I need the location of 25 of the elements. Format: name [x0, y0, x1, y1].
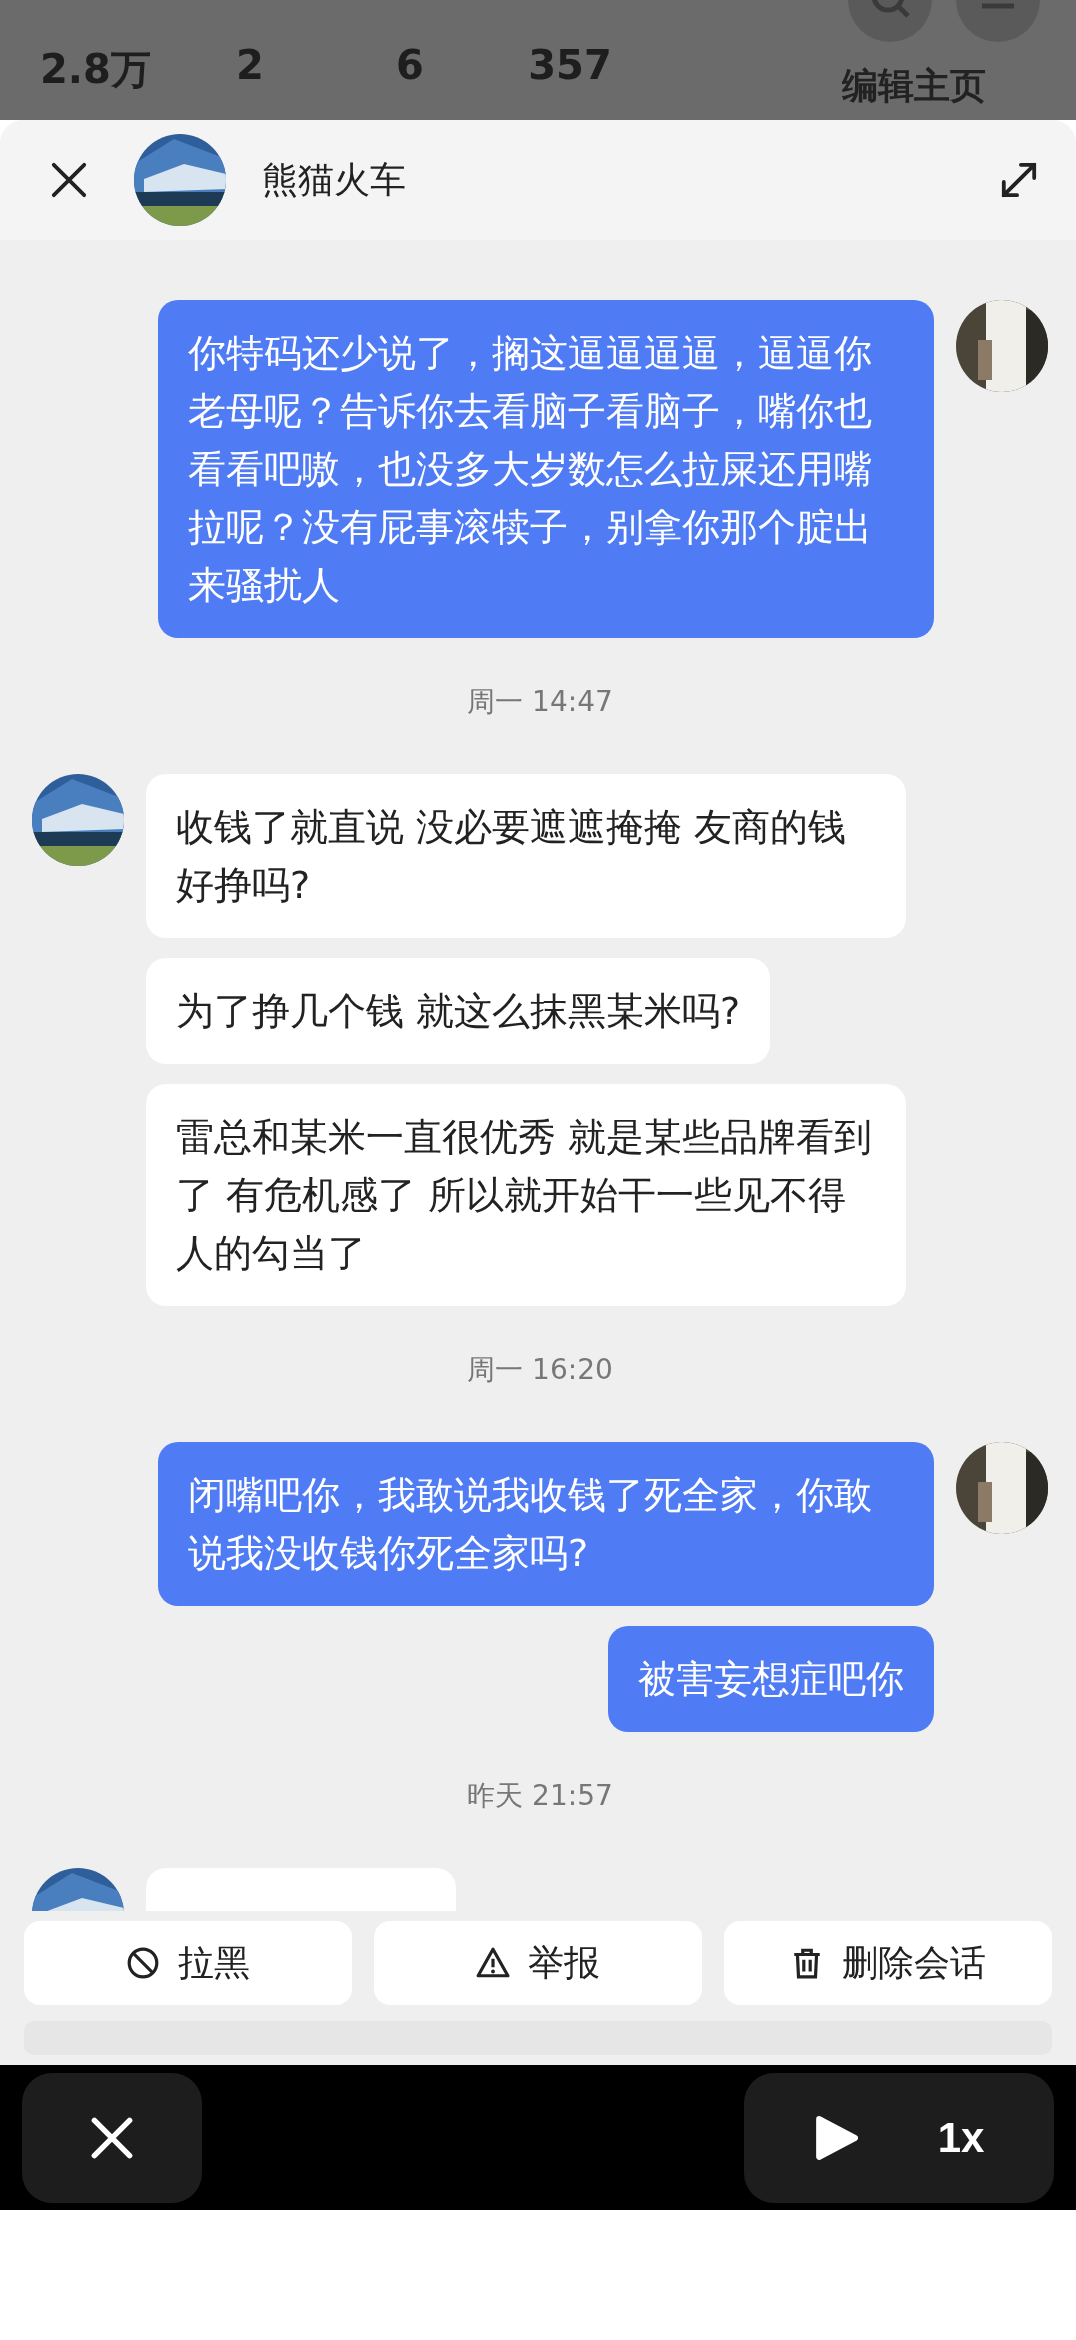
stat-count: 6	[395, 42, 425, 88]
playback-button[interactable]: 1x	[744, 2072, 1054, 2203]
expand-icon[interactable]	[1000, 161, 1038, 199]
stat-count: 2	[235, 42, 265, 88]
action-button[interactable]: 拉黑	[24, 1921, 352, 2005]
chat-title: 熊猫火车	[262, 157, 407, 202]
timestamp: 周一 16:20	[466, 1352, 614, 1388]
message-bubble: 收钱了就直说 没必要遮遮掩掩 友商的钱好挣吗?	[146, 774, 906, 938]
stat-count: 2.8万	[40, 45, 152, 94]
message-bubble: 被害妄想症吧你	[608, 1626, 934, 1732]
action-button[interactable]: 举报	[374, 1921, 702, 2005]
message-bubble: 你特码还少说了，搁这逼逼逼逼，逼逼你老母呢？告诉你去看脑子看脑子，嘴你也看看吧嗷，也没多大岁数怎么拉屎还用嘴拉呢？没有屁事滚犊子，别拿你那个腚出来骚扰人	[158, 300, 934, 638]
action-button[interactable]: 删除会话	[724, 1921, 1052, 2005]
timestamp: 昨天 21:57	[466, 1778, 614, 1814]
timestamp: 周一 14:47	[466, 684, 614, 720]
warning-icon	[476, 1946, 510, 1980]
message-bubble: 闭嘴吧你，我敢说我收钱了死全家，你敢说我没收钱你死全家吗?	[158, 1442, 934, 1606]
message-bubble: 雷总和某米一直很优秀 就是某些品牌看到了 有危机感了 所以就开始干一些见不得人的勾当了	[146, 1084, 906, 1306]
close-icon[interactable]	[50, 161, 88, 199]
play-icon	[813, 2114, 858, 2161]
close-icon	[90, 2114, 134, 2161]
close-button[interactable]	[22, 2072, 202, 2203]
block-icon	[126, 1946, 160, 1980]
stat-count: 357	[527, 42, 613, 88]
message-bubble: 为了挣几个钱 就这么抹黑某米吗?	[146, 958, 771, 1064]
